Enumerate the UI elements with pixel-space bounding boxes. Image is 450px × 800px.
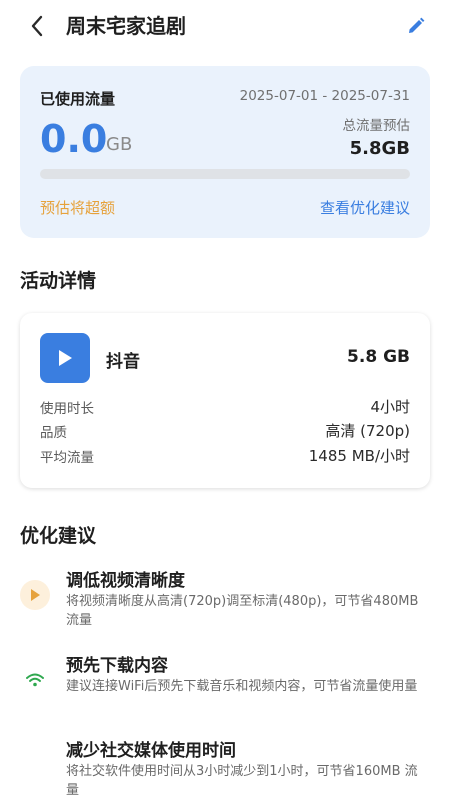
stat-label: 使用时长 [40,401,94,417]
usage-progress-bar [40,169,410,179]
stat-row-quality: 品质 高清 (720p) [40,420,410,442]
tip-description: 将社交软件使用时间从3小时减少到1小时，可节省160MB 流量 [66,764,418,798]
stat-value: 高清 (720p) [325,422,410,440]
tip-title: 减少社交媒体使用时间 [66,741,236,761]
tips-section-title: 优化建议 [20,525,97,547]
used-data-label: 已使用流量 [40,90,116,108]
stat-row-average: 平均流量 1485 MB/小时 [40,445,410,467]
play-icon [31,589,40,601]
edit-button[interactable] [402,12,430,40]
used-data-value: 0.0 [40,117,108,161]
pencil-icon [409,17,425,33]
tip-title: 预先下载内容 [66,656,168,676]
tip-title: 调低视频清晰度 [66,571,185,591]
activity-section-title: 活动详情 [20,270,97,292]
activity-card[interactable]: 抖音 5.8 GB 使用时长 4小时 品质 高清 (720p) 平均流量 148… [20,313,430,488]
back-button[interactable] [24,12,50,40]
estimate-value: 5.8GB [349,138,410,159]
page-title: 周末宅家追剧 [66,14,186,38]
used-data-unit: GB [106,134,133,155]
tip-description: 将视频清晰度从高清(720p)调至标清(480p)，可节省480MB 流量 [66,594,419,628]
billing-date-range: 2025-07-01 - 2025-07-31 [239,88,410,104]
stat-value: 1485 MB/小时 [308,447,410,465]
stat-value: 4小时 [370,398,410,416]
usage-summary-card: 已使用流量 2025-07-01 - 2025-07-31 0.0 GB 总流量… [20,66,430,238]
stat-row-duration: 使用时长 4小时 [40,396,410,418]
tip-icon [20,665,50,695]
app-data-usage: 5.8 GB [347,347,410,367]
top-bar: 周末宅家追剧 [0,0,450,52]
tip-icon [20,580,50,610]
estimate-label: 总流量预估 [342,118,411,134]
view-advice-link[interactable]: 查看优化建议 [320,197,410,218]
stat-label: 品质 [40,425,67,441]
stat-label: 平均流量 [40,450,94,466]
tip-description: 建议连接WiFi后预先下载音乐和视频内容，可节省流量使用量 [66,679,418,694]
app-icon [40,333,90,383]
app-name: 抖音 [106,352,140,372]
play-icon [59,350,72,366]
chevron-left-icon [31,15,43,37]
overage-warning: 预估将超额 [40,199,116,217]
wifi-icon [26,673,44,687]
